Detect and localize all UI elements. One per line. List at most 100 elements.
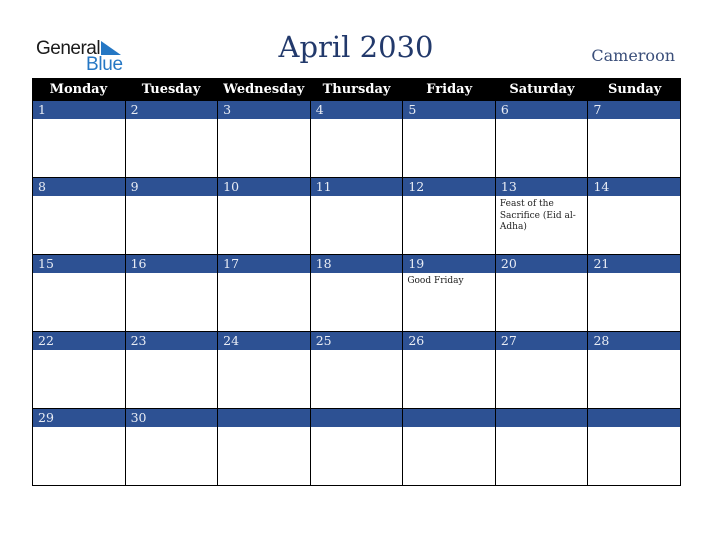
holiday-event xyxy=(403,350,495,353)
day-cell[interactable]: 5 xyxy=(402,101,495,178)
day-cell[interactable]: 20 xyxy=(494,255,588,332)
day-number: 19 xyxy=(403,255,495,273)
holiday-event xyxy=(126,273,218,276)
day-cell[interactable]: 4 xyxy=(309,101,403,178)
day-cell[interactable]: 27 xyxy=(494,332,588,409)
day-cell[interactable]: 11 xyxy=(309,178,403,255)
day-cell[interactable]: 23 xyxy=(124,332,218,409)
day-number: 23 xyxy=(125,332,218,350)
weekday-monday: Monday xyxy=(49,82,108,97)
day-cell[interactable] xyxy=(587,409,682,486)
weekday-wednesday: Wednesday xyxy=(223,82,305,97)
day-number: 30 xyxy=(125,409,218,427)
holiday-event xyxy=(126,196,218,199)
holiday-event: Good Friday xyxy=(407,276,464,286)
holiday-event xyxy=(218,350,310,353)
day-cell[interactable] xyxy=(217,409,310,486)
week-row: 22 23 24 25 26 27 28 xyxy=(32,332,682,409)
holiday-event xyxy=(311,350,403,353)
day-number: 9 xyxy=(125,178,218,196)
day-cell[interactable]: 13 Feast of the Sacrifice (Eid al-Adha) xyxy=(494,178,588,255)
day-number: 12 xyxy=(403,178,495,196)
day-number xyxy=(310,409,403,427)
day-number: 15 xyxy=(33,255,125,273)
day-number: 22 xyxy=(33,332,125,350)
holiday-event xyxy=(126,350,218,353)
holiday-event xyxy=(588,196,680,199)
day-number: 21 xyxy=(588,255,681,273)
weekday-friday: Friday xyxy=(426,82,473,97)
holiday-event xyxy=(311,196,403,199)
day-number: 2 xyxy=(125,101,218,119)
holiday-event xyxy=(218,119,310,122)
holiday-event xyxy=(496,273,588,276)
day-cell[interactable]: 22 xyxy=(32,332,125,409)
holiday-event xyxy=(218,427,310,430)
day-number: 29 xyxy=(33,409,125,427)
day-cell[interactable]: 14 xyxy=(587,178,682,255)
holiday-event xyxy=(496,427,588,430)
day-cell[interactable]: 15 xyxy=(32,255,125,332)
day-cell[interactable]: 12 xyxy=(402,178,495,255)
holiday-event xyxy=(496,350,588,353)
day-cell[interactable]: 10 xyxy=(217,178,310,255)
day-cell[interactable]: 1 xyxy=(32,101,125,178)
country-label: Cameroon xyxy=(591,46,675,65)
weekday-saturday: Saturday xyxy=(509,82,575,97)
day-cell[interactable]: 6 xyxy=(494,101,588,178)
day-number: 26 xyxy=(403,332,495,350)
holiday-event xyxy=(33,196,125,199)
holiday-event: Feast of the Sacrifice (Eid al-Adha) xyxy=(499,199,576,232)
day-number: 10 xyxy=(218,178,310,196)
holiday-event xyxy=(218,273,310,276)
day-cell[interactable] xyxy=(402,409,495,486)
holiday-event xyxy=(33,119,125,122)
day-cell[interactable]: 2 xyxy=(124,101,218,178)
day-cell[interactable]: 28 xyxy=(587,332,682,409)
day-number xyxy=(588,409,681,427)
day-cell[interactable]: 7 xyxy=(587,101,682,178)
day-cell[interactable]: 3 xyxy=(217,101,310,178)
day-cell[interactable]: 16 xyxy=(124,255,218,332)
day-cell[interactable]: 17 xyxy=(217,255,310,332)
day-number: 18 xyxy=(310,255,403,273)
day-cell[interactable]: 8 xyxy=(32,178,125,255)
day-number: 1 xyxy=(33,101,125,119)
day-number: 17 xyxy=(218,255,310,273)
day-number: 11 xyxy=(310,178,403,196)
day-cell[interactable]: 9 xyxy=(124,178,218,255)
day-number: 20 xyxy=(495,255,588,273)
week-row: 15 16 17 18 19 Good Friday 20 21 xyxy=(32,255,682,332)
day-number xyxy=(403,409,495,427)
day-number: 4 xyxy=(310,101,403,119)
day-number: 28 xyxy=(588,332,681,350)
weekday-tuesday: Tuesday xyxy=(141,82,201,97)
day-cell[interactable]: 25 xyxy=(309,332,403,409)
holiday-event xyxy=(311,119,403,122)
weekday-thursday: Thursday xyxy=(322,82,391,97)
holiday-event xyxy=(33,273,125,276)
day-cell[interactable] xyxy=(309,409,403,486)
day-cell[interactable]: 19 Good Friday xyxy=(402,255,495,332)
holiday-event xyxy=(33,427,125,430)
holiday-event xyxy=(496,119,588,122)
day-cell[interactable]: 26 xyxy=(402,332,495,409)
day-cell[interactable]: 24 xyxy=(217,332,310,409)
day-cell[interactable] xyxy=(494,409,588,486)
holiday-event xyxy=(126,119,218,122)
day-cell[interactable]: 29 xyxy=(32,409,125,486)
holiday-event xyxy=(588,273,680,276)
week-row: 8 9 10 11 12 13 Feast of the Sacrifice (Eid al… xyxy=(32,178,682,255)
holiday-event xyxy=(33,350,125,353)
holiday-event xyxy=(126,427,218,430)
holiday-event xyxy=(403,427,495,430)
day-cell[interactable]: 30 xyxy=(124,409,218,486)
day-number: 27 xyxy=(495,332,588,350)
week-row: 1234567 xyxy=(32,101,682,178)
weeks-container: 1 2 3 4 5 6 7 8 9 10 11 12 13 Feast of the Sacrifice … xyxy=(32,101,682,486)
day-cell[interactable]: 21 xyxy=(587,255,682,332)
holiday-event xyxy=(403,196,495,199)
day-number: 13 xyxy=(495,178,588,196)
holiday-event xyxy=(588,427,680,430)
day-cell[interactable]: 18 xyxy=(309,255,403,332)
